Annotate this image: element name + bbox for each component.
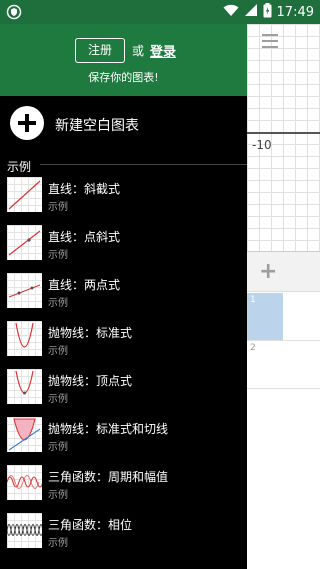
battery-icon — [263, 2, 272, 22]
expression-row-number: 1 — [250, 295, 256, 305]
expression-toolbar: + — [247, 252, 320, 292]
navigation-drawer: 注册 或 登录 保存你的图表! 新建空白图表 示例 直线：斜截式 示例 直线：点… — [0, 0, 247, 569]
add-icon[interactable]: + — [259, 261, 277, 283]
example-item-parabola-vertex[interactable]: 抛物线：顶点式 示例 — [0, 366, 247, 414]
examples-section-header: 示例 — [7, 160, 32, 174]
plus-circle-icon — [10, 106, 44, 140]
example-subtitle: 示例 — [48, 250, 68, 261]
x-axis — [247, 132, 320, 134]
example-title: 直线：点斜式 — [48, 230, 121, 244]
status-time: 17:49 — [276, 4, 314, 20]
example-subtitle: 示例 — [48, 394, 68, 405]
divider — [40, 164, 247, 165]
example-subtitle: 示例 — [48, 442, 68, 453]
example-subtitle: 示例 — [48, 490, 68, 501]
example-title: 抛物线：标准式和切线 — [48, 422, 169, 436]
graph-thumbnail — [7, 513, 42, 548]
example-list: 直线：斜截式 示例 直线：点斜式 示例 直线：两点式 示例 抛物线：标准式 示例 — [0, 174, 247, 558]
example-subtitle: 示例 — [48, 538, 68, 549]
graph-thumbnail — [7, 225, 42, 260]
example-subtitle: 示例 — [48, 298, 68, 309]
example-item-trig-phase[interactable]: 三角函数：相位 示例 — [0, 510, 247, 558]
example-title: 三角函数：周期和幅值 — [48, 470, 169, 484]
example-item-line-two-point[interactable]: 直线：两点式 示例 — [0, 270, 247, 318]
graph-thumbnail — [7, 273, 42, 308]
example-item-line-slope-intercept[interactable]: 直线：斜截式 示例 — [0, 174, 247, 222]
menu-icon[interactable] — [262, 34, 278, 48]
new-blank-graph-button[interactable]: 新建空白图表 — [0, 104, 247, 144]
example-title: 直线：斜截式 — [48, 182, 121, 196]
graph-thumbnail — [7, 465, 42, 500]
example-title: 三角函数：相位 — [48, 518, 133, 532]
drawer-header: 注册 或 登录 保存你的图表! — [0, 24, 247, 96]
example-item-parabola-standard[interactable]: 抛物线：标准式 示例 — [0, 318, 247, 366]
shield-icon — [6, 4, 22, 20]
example-subtitle: 示例 — [48, 346, 68, 357]
wifi-icon — [223, 4, 239, 21]
axis-tick-label: -10 — [252, 138, 272, 152]
example-item-trig-period-amplitude[interactable]: 三角函数：周期和幅值 示例 — [0, 462, 247, 510]
status-bar: 17:49 — [0, 0, 320, 24]
new-blank-graph-label: 新建空白图表 — [55, 118, 139, 134]
graph-thumbnail — [7, 417, 42, 452]
expression-row[interactable]: 2 — [247, 341, 320, 389]
example-item-parabola-tangent[interactable]: 抛物线：标准式和切线 示例 — [0, 414, 247, 462]
graph-thumbnail — [7, 369, 42, 404]
graph-thumbnail — [7, 321, 42, 356]
example-item-line-point-slope[interactable]: 直线：点斜式 示例 — [0, 222, 247, 270]
expression-row[interactable]: 1 — [247, 293, 320, 341]
example-title: 直线：两点式 — [48, 278, 121, 292]
save-graphs-text: 保存你的图表! — [88, 71, 159, 84]
or-text: 或 — [132, 44, 145, 58]
signup-button[interactable]: 注册 — [75, 38, 125, 63]
signal-icon — [244, 3, 258, 21]
graph-thumbnail — [7, 177, 42, 212]
example-subtitle: 示例 — [48, 202, 68, 213]
example-title: 抛物线：标准式 — [48, 326, 133, 340]
login-link[interactable]: 登录 — [150, 41, 176, 60]
expression-row-number: 2 — [250, 343, 256, 353]
example-title: 抛物线：顶点式 — [48, 374, 133, 388]
expression-panel: + 1 2 — [247, 251, 320, 569]
